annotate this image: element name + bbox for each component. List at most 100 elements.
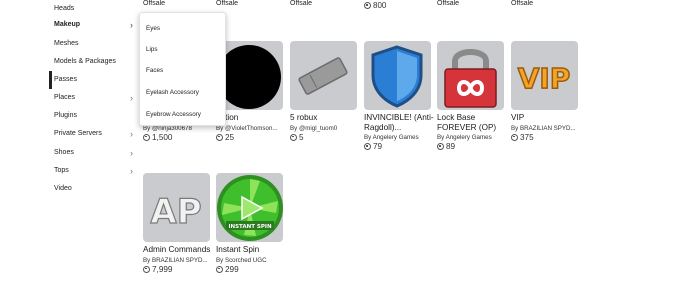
lock-icon [444,49,497,108]
robux-icon [143,133,150,141]
price-value: 7,999 [152,264,173,274]
robux-icon [143,265,150,273]
item-creator[interactable]: By BRAZILIAN SPYD... [511,125,581,132]
item-thumbnail[interactable] [364,41,431,110]
sidebar-item-plugins[interactable]: Plugins [49,107,139,125]
item-card[interactable]: Lock Base FOREVER (OP) By Angelery Games… [437,41,507,151]
submenu-item-faces[interactable]: Faces [146,67,163,74]
vip-text: VIP [518,62,571,95]
submenu-item-eyelash-accessory[interactable]: Eyelash Accessory [146,89,199,96]
robux-icon [290,133,297,141]
price-value: 375 [520,132,534,142]
price-value: 25 [225,132,235,142]
item-price: 1,500 [143,133,213,142]
item-title[interactable]: 5 robux [290,113,360,123]
item-title[interactable]: Admin Commands [143,245,213,255]
instant-spin-image: INSTANT SPIN [217,175,283,241]
sidebar-item-label: Models & Packages [54,58,116,65]
submenu-item-lips[interactable]: Lips [146,46,158,53]
sidebar-item-label: Places [54,94,76,101]
sidebar-item-label: Shoes [54,149,74,156]
robux-icon [511,133,518,141]
sidebar-item-makeup[interactable]: Makeup › [49,16,139,34]
chevron-right-icon: › [130,148,133,158]
black-circle-image [217,45,281,109]
item-creator[interactable]: By @migl_tuom0 [290,125,360,132]
item-title[interactable]: Lock Base FOREVER (OP) [437,113,507,132]
item-price: 375 [511,133,581,142]
item-thumbnail[interactable] [290,41,357,110]
sidebar-item-video[interactable]: Video [49,180,139,198]
item-creator[interactable]: By @VioletThomson... [216,125,286,132]
ticket-image [298,57,348,95]
sidebar-item-label: Heads [54,5,75,12]
makeup-submenu: Eyes Lips Faces Eyelash Accessory Eyebro… [139,12,226,126]
item-title[interactable]: VIP [511,113,581,123]
submenu-item-eyes[interactable]: Eyes [146,25,160,32]
chevron-right-icon: › [130,93,133,103]
item-creator[interactable]: By Scorched UGC [216,257,286,264]
robux-icon [364,2,371,9]
ap-text: AP [150,192,201,232]
item-card[interactable]: nation By @VioletThomson... 25 [216,41,286,142]
sidebar-item-label: Private Servers [54,130,102,137]
item-price: 89 [437,142,507,151]
item-price: 79 [364,142,434,151]
price-value: 5 [299,132,304,142]
item-thumbnail[interactable] [216,41,283,110]
item-card[interactable]: INSTANT SPIN Instant Spin By Scorched UG… [216,173,286,274]
item-thumbnail[interactable]: AP [143,173,210,242]
price-value: 299 [225,264,239,274]
item-price: 25 [216,133,286,142]
sidebar-item-passes[interactable]: Passes [49,71,139,89]
item-title[interactable]: INVINCIBLE! (Anti-Ragdoll)... [364,113,434,132]
item-title[interactable]: Instant Spin [216,245,286,255]
chevron-right-icon: › [130,20,133,30]
sidebar-item-tops[interactable]: Tops › [49,162,139,180]
item-price: 7,999 [143,265,213,274]
offsale-label: Offsale [437,0,460,7]
robux-icon [216,133,223,141]
price-value: 79 [373,142,383,151]
robux-icon [437,143,444,150]
sidebar-item-meshes[interactable]: Meshes [49,35,139,53]
price-value: 1,500 [152,132,173,142]
shield-icon [371,45,423,108]
robux-icon [364,143,371,150]
sidebar-item-private-servers[interactable]: Private Servers › [49,125,139,143]
sidebar-item-shoes[interactable]: Shoes › [49,144,139,162]
sidebar-item-places[interactable]: Places › [49,89,139,107]
item-creator[interactable]: By Angelery Games [364,134,434,141]
category-sidebar: Heads Makeup › Meshes Models & Packages P… [49,0,139,200]
sidebar-item-label: Tops [54,167,69,174]
sidebar-item-label: Meshes [54,40,79,47]
item-card[interactable]: AP Admin Commands By BRAZILIAN SPYD... 7… [143,173,213,274]
offsale-label: Offsale [143,0,166,7]
offsale-label: Offsale [216,0,239,7]
instant-spin-text: INSTANT SPIN [228,224,272,230]
sidebar-item-label: Makeup [54,21,81,28]
item-card[interactable]: VIP VIP By BRAZILIAN SPYD... 375 [511,41,581,142]
item-price: 5 [290,133,360,142]
price-value: 89 [446,142,456,151]
item-creator[interactable]: By BRAZILIAN SPYD... [143,257,213,264]
submenu-item-eyebrow-accessory[interactable]: Eyebrow Accessory [146,111,201,118]
ap-image: AP [150,191,202,232]
sidebar-item-models-packages[interactable]: Models & Packages [49,53,139,71]
item-thumbnail[interactable] [437,41,504,110]
item-thumbnail[interactable]: VIP [511,41,578,110]
item-creator[interactable]: By Angelery Games [437,134,507,141]
sidebar-item-label: Plugins [54,112,77,119]
item-price: 299 [216,265,286,274]
item-card[interactable]: INVINCIBLE! (Anti-Ragdoll)... By Angeler… [364,41,434,151]
item-thumbnail[interactable]: INSTANT SPIN [216,173,283,242]
top-price: 800 [364,1,386,10]
vip-image: VIP [517,61,571,96]
offsale-label: Offsale [290,0,313,7]
item-card[interactable]: 5 robux By @migl_tuom0 5 [290,41,360,142]
price-value: 800 [373,1,387,10]
sidebar-item-label: Passes [54,76,77,83]
item-title[interactable]: nation [216,113,286,123]
robux-icon [216,265,223,273]
chevron-right-icon: › [130,129,133,139]
